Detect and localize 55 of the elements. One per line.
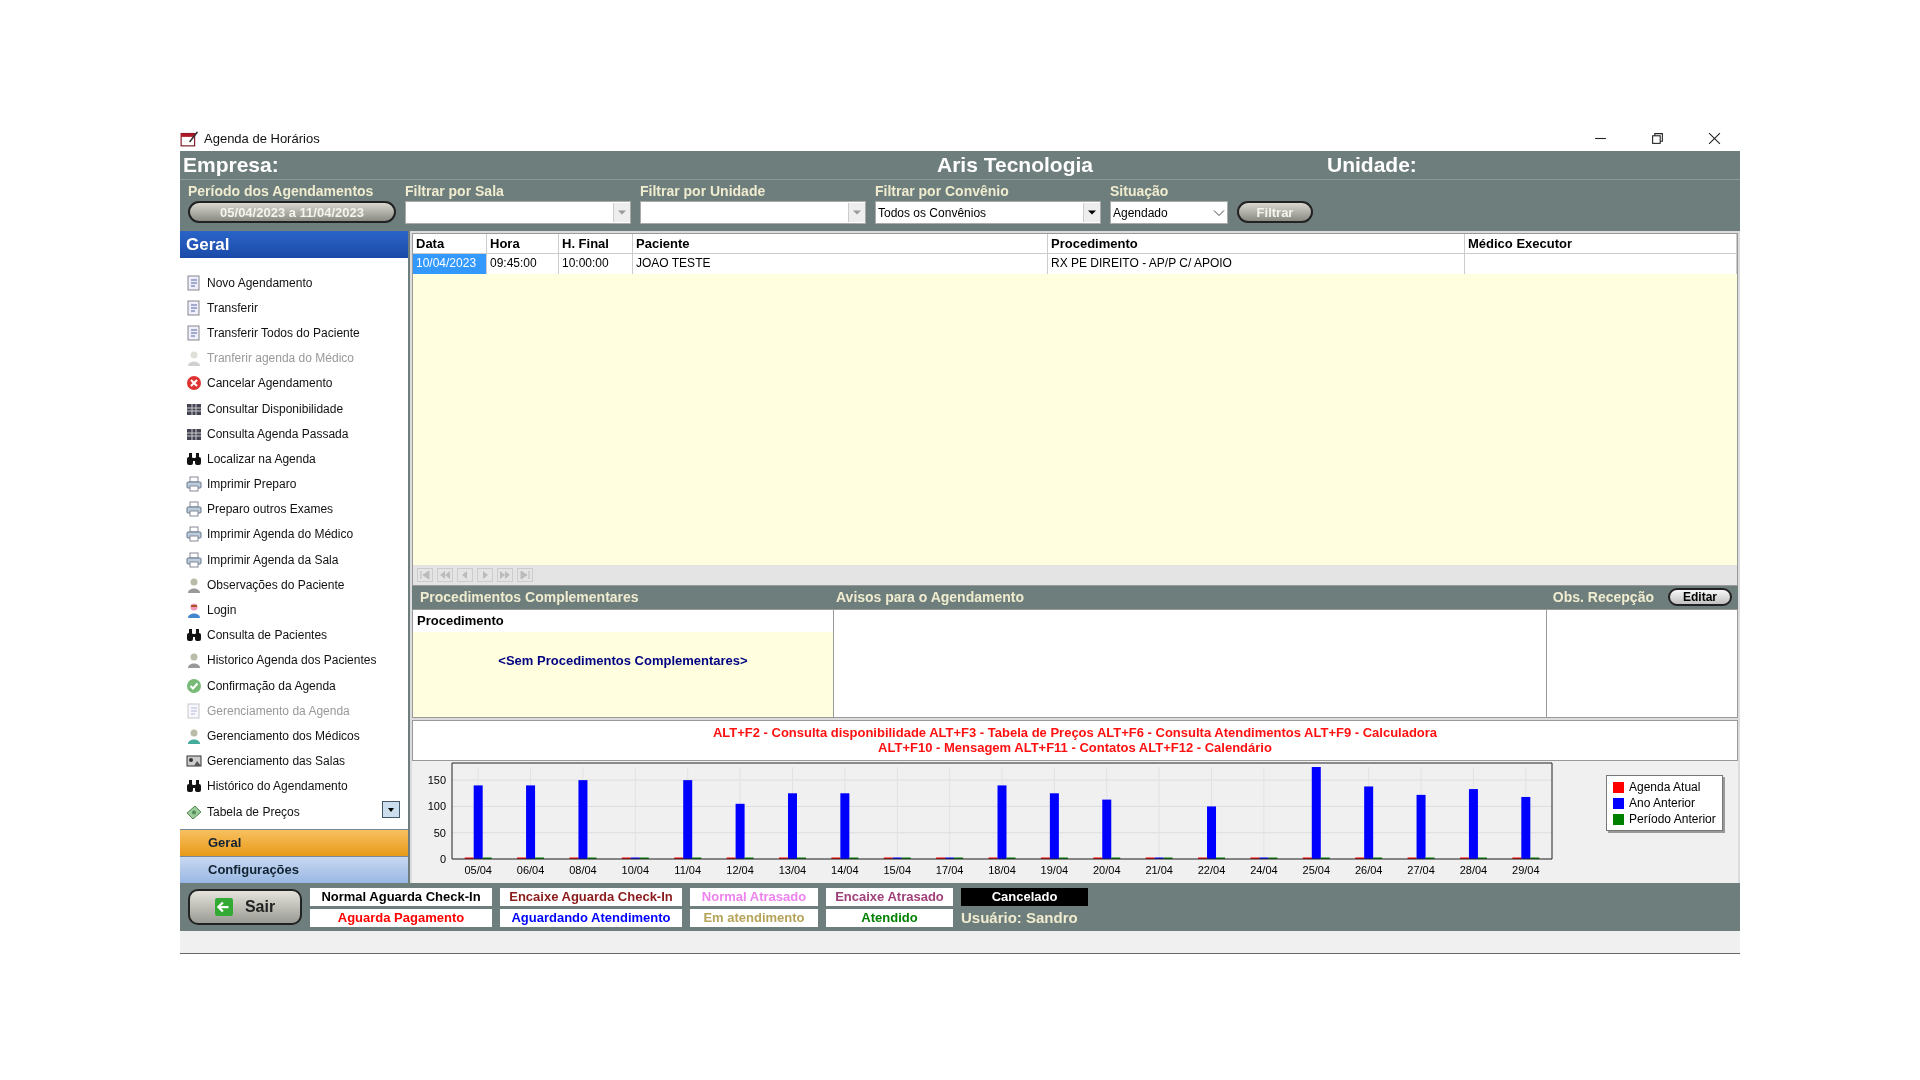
insurance-filter-label: Filtrar por Convênio	[875, 183, 1010, 199]
panel-title: Avisos para o Agendamento	[836, 589, 1025, 606]
axis-tick-label: 100	[427, 800, 446, 813]
axis-tick-label: 19/04	[1040, 864, 1069, 876]
axis-tick-label: 08/04	[569, 864, 597, 876]
legend-label: Período Anterior	[1629, 812, 1716, 826]
status-legend: Encaixe Aguarda Check-In	[500, 887, 682, 906]
legend-label: Ano Anterior	[1629, 796, 1696, 810]
empty-message: <Sem Procedimentos Complementares>	[497, 653, 749, 669]
panel-title: Obs. Recepção	[1551, 589, 1655, 606]
axis-tick-label: 18/04	[988, 864, 1016, 876]
status-legend: Cancelado	[961, 887, 1088, 906]
axis-tick-label: 150	[427, 774, 446, 787]
unit-label: Unidade:	[1327, 153, 1417, 177]
status-legend: Aguardando Atendimento	[500, 908, 682, 927]
axis-tick-label: 28/04	[1459, 864, 1488, 876]
company-name: Aris Tecnologia	[936, 153, 1094, 177]
axis-tick-label: 15/04	[883, 864, 911, 876]
axis-tick-label: 20/04	[1093, 864, 1121, 876]
axis-tick-label: 0	[439, 853, 446, 865]
window-title: Agenda de Horários	[204, 130, 320, 146]
axis-tick-label: 17/04	[935, 864, 964, 876]
status-legend: Aguarda Pagamento	[310, 908, 492, 927]
axis-tick-label: 27/04	[1407, 864, 1435, 876]
company-label: Empresa:	[182, 153, 280, 177]
axis-tick-label: 21/04	[1145, 864, 1173, 876]
axis-tick-label: 13/04	[778, 864, 807, 876]
status-legend: Encaixe Atrasado	[826, 887, 953, 906]
shortcut-hint: ALT+F10 - Mensagem ALT+F11 - Contatos ALT+F12 - Calendário	[878, 740, 1272, 756]
column-header: Procedimento	[413, 610, 833, 633]
axis-tick-label: 29/04	[1512, 864, 1540, 876]
axis-tick-label: 12/04	[726, 864, 754, 876]
user-label: Usuário: Sandro	[961, 908, 1079, 927]
axis-tick-label: 14/04	[831, 864, 859, 876]
axis-tick-label: 24/04	[1250, 864, 1278, 876]
shortcut-hint: ALT+F2 - Consulta disponibilidade ALT+F3 - Tabela de Preços ALT+F6 - Consulta Atendimentos ALT+F9 - Calculadora	[712, 725, 1438, 741]
room-filter-label: Filtrar por Sala	[405, 183, 505, 199]
axis-tick-label: 22/04	[1197, 864, 1226, 876]
status-legend: Atendido	[826, 908, 953, 927]
legend-label: Agenda Atual	[1629, 780, 1701, 794]
status-legend: Em atendimento	[690, 908, 818, 927]
axis-tick-label: 50	[433, 826, 446, 839]
axis-tick-label: 25/04	[1302, 864, 1331, 876]
panel-title: Procedimentos Complementares	[419, 589, 640, 606]
status-legend: Normal Atrasado	[690, 887, 818, 906]
unit-filter-label: Filtrar por Unidade	[640, 183, 767, 199]
axis-tick-label: 10/04	[621, 864, 650, 876]
status-legend: Normal Aguarda Check-In	[310, 887, 492, 906]
period-label: Período dos Agendamentos	[188, 183, 375, 199]
status-filter-label: Situação	[1110, 183, 1170, 199]
axis-tick-label: 26/04	[1354, 864, 1383, 876]
axis-tick-label: 11/04	[674, 864, 702, 876]
sidebar-header: Geral	[180, 231, 408, 258]
axis-tick-label: 06/04	[516, 864, 545, 876]
axis-tick-label: 05/04	[464, 864, 492, 876]
